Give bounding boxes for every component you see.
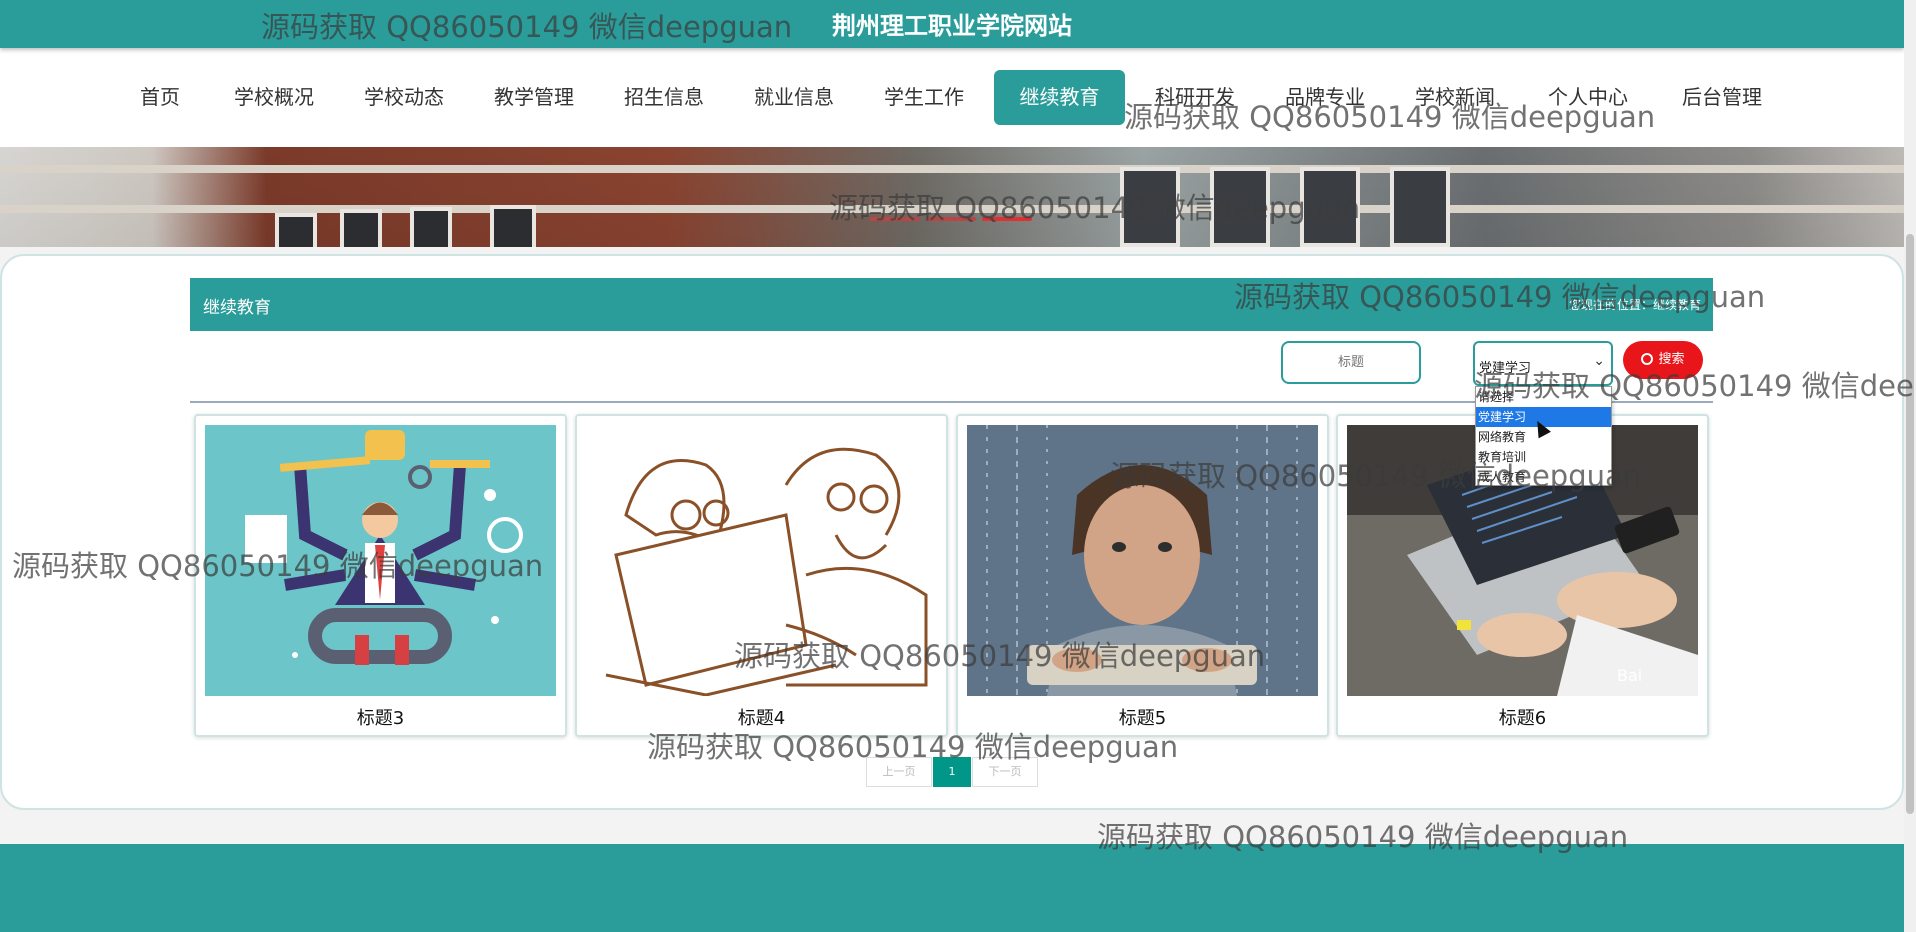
building-window bbox=[1390, 167, 1450, 247]
category-select[interactable]: 党建学习 ⌄ bbox=[1473, 341, 1613, 386]
page-scrollbar[interactable] bbox=[1904, 0, 1916, 932]
building-window bbox=[1210, 167, 1270, 247]
building-window bbox=[340, 209, 382, 247]
building-window bbox=[490, 205, 536, 247]
building-window bbox=[410, 207, 452, 247]
building-band bbox=[0, 165, 1904, 173]
category-dropdown: 请选择 党建学习 网络教育 教育培训 成人教育 bbox=[1475, 386, 1612, 486]
nav-item-personal-center[interactable]: 个人中心 bbox=[1540, 70, 1636, 125]
carousel-dot[interactable] bbox=[926, 217, 976, 221]
svg-text:Bai: Bai bbox=[1617, 666, 1642, 685]
nav-item-continuing-education[interactable]: 继续教育 bbox=[994, 70, 1125, 125]
nav-item-admin[interactable]: 后台管理 bbox=[1674, 70, 1770, 125]
dropdown-option[interactable]: 成人教育 bbox=[1476, 467, 1611, 487]
nav-item-school-news[interactable]: 学校新闻 bbox=[1407, 70, 1503, 125]
search-button[interactable]: 搜索 bbox=[1623, 341, 1703, 379]
card-image[interactable] bbox=[205, 425, 556, 696]
dropdown-option[interactable]: 请选择 bbox=[1476, 387, 1611, 407]
carousel-dot-active[interactable] bbox=[982, 217, 1032, 221]
breadcrumb: 您现在的位置：继续教育 bbox=[1568, 298, 1701, 312]
scroll-thumb[interactable] bbox=[1906, 234, 1914, 814]
nav-item-student-work[interactable]: 学生工作 bbox=[876, 70, 972, 125]
card-title[interactable]: 标题4 bbox=[577, 704, 946, 730]
nav-item-employment[interactable]: 就业信息 bbox=[746, 70, 842, 125]
pagination-next-button[interactable]: 下一页 bbox=[972, 757, 1038, 787]
nav-item-admissions[interactable]: 招生信息 bbox=[616, 70, 712, 125]
education-card[interactable]: 标题5 bbox=[956, 414, 1329, 737]
nav-item-teaching[interactable]: 教学管理 bbox=[486, 70, 582, 125]
building-window bbox=[275, 213, 317, 247]
education-card[interactable]: 标题3 bbox=[194, 414, 567, 737]
nav-item-school-overview[interactable]: 学校概况 bbox=[226, 70, 322, 125]
building-band bbox=[0, 205, 1904, 213]
card-image[interactable] bbox=[967, 425, 1318, 696]
pagination-prev-button[interactable]: 上一页 bbox=[866, 757, 932, 787]
section-header: 继续教育 您现在的位置：继续教育 bbox=[190, 278, 1713, 331]
section-title: 继续教育 bbox=[203, 298, 271, 318]
title-search-input[interactable] bbox=[1281, 341, 1421, 384]
carousel-dot[interactable] bbox=[870, 217, 920, 221]
nav-item-school-news-feed[interactable]: 学校动态 bbox=[356, 70, 452, 125]
pagination-current-page[interactable]: 1 bbox=[933, 757, 971, 787]
building-window bbox=[1300, 167, 1360, 247]
top-bar: 荆州理工职业学院网站 bbox=[0, 0, 1904, 48]
site-title: 荆州理工职业学院网站 bbox=[832, 12, 1072, 40]
search-button-label: 搜索 bbox=[1658, 352, 1685, 367]
search-icon bbox=[1641, 353, 1654, 365]
banner-carousel bbox=[0, 147, 1904, 247]
card-title[interactable]: 标题5 bbox=[958, 704, 1327, 730]
nav-item-research[interactable]: 科研开发 bbox=[1147, 70, 1243, 125]
chevron-down-icon: ⌄ bbox=[1593, 353, 1605, 369]
footer bbox=[0, 844, 1904, 932]
card-title[interactable]: 标题6 bbox=[1338, 704, 1707, 730]
main-nav: 首页 学校概况 学校动态 教学管理 招生信息 就业信息 学生工作 继续教育 科研… bbox=[0, 48, 1904, 147]
education-card[interactable]: 标题4 bbox=[575, 414, 948, 737]
nav-item-brand-majors[interactable]: 品牌专业 bbox=[1277, 70, 1373, 125]
page: 荆州理工职业学院网站 首页 学校概况 学校动态 教学管理 招生信息 就业信息 学… bbox=[0, 0, 1916, 932]
dropdown-option[interactable]: 教育培训 bbox=[1476, 447, 1611, 467]
nav-item-home[interactable]: 首页 bbox=[130, 70, 190, 125]
building-window bbox=[1120, 167, 1180, 247]
card-image[interactable] bbox=[586, 425, 937, 696]
category-select-value: 党建学习 bbox=[1479, 361, 1532, 376]
card-title[interactable]: 标题3 bbox=[196, 704, 565, 730]
